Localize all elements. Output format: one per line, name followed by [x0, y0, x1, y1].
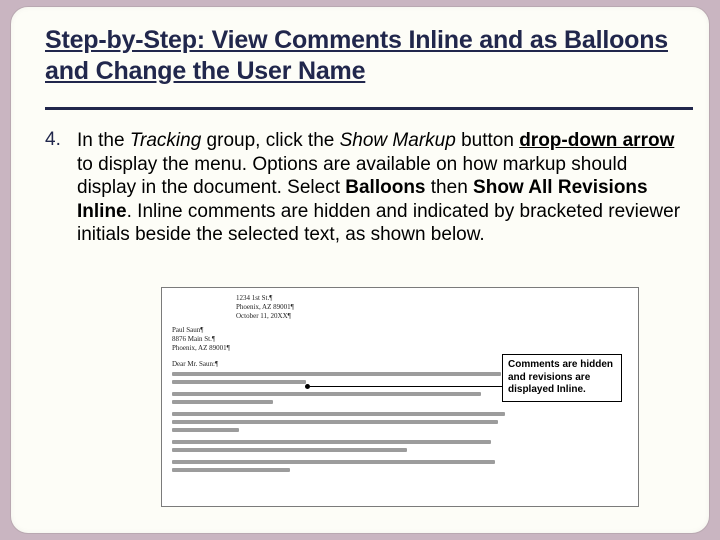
addr-line: Phoenix, AZ 89001¶ — [172, 344, 230, 353]
addr-line: October 11, 20XX¶ — [236, 312, 294, 321]
callout-text: Comments are hidden and revisions are di… — [508, 359, 613, 395]
callout-leader-line — [310, 386, 510, 387]
step-text: In the Tracking group, click the Show Ma… — [77, 129, 687, 247]
dropdown-words: drop-down arrow — [519, 130, 674, 151]
t: button — [456, 130, 519, 151]
addr-line: 8876 Main St.¶ — [172, 335, 230, 344]
balloons-word: Balloons — [345, 177, 425, 198]
body-lines — [172, 372, 508, 476]
t: then — [426, 177, 474, 198]
t: . Inline comments are hidden and indicat… — [77, 201, 680, 246]
t: group, click the — [201, 130, 339, 151]
addr-line: 1234 1st St.¶ — [236, 294, 294, 303]
slide-frame: Step-by-Step: View Comments Inline and a… — [10, 6, 710, 534]
addr-line: Paul Saun¶ — [172, 326, 230, 335]
page-title: Step-by-Step: View Comments Inline and a… — [45, 25, 685, 86]
document-inner: 1234 1st St.¶ Phoenix, AZ 89001¶ October… — [172, 294, 628, 498]
heading-rule — [45, 107, 693, 110]
tracking-word: Tracking — [130, 130, 201, 151]
addr-line: Phoenix, AZ 89001¶ — [236, 303, 294, 312]
document-preview: 1234 1st St.¶ Phoenix, AZ 89001¶ October… — [161, 287, 639, 507]
greeting-line: Dear Mr. Saun:¶ — [172, 360, 218, 368]
t: In the — [77, 130, 130, 151]
show-markup-word: Show Markup — [340, 130, 456, 151]
sender-address: 1234 1st St.¶ Phoenix, AZ 89001¶ October… — [236, 294, 294, 320]
recipient-address: Paul Saun¶ 8876 Main St.¶ Phoenix, AZ 89… — [172, 326, 230, 352]
step-number: 4. — [45, 129, 61, 151]
callout-box: Comments are hidden and revisions are di… — [502, 354, 622, 402]
